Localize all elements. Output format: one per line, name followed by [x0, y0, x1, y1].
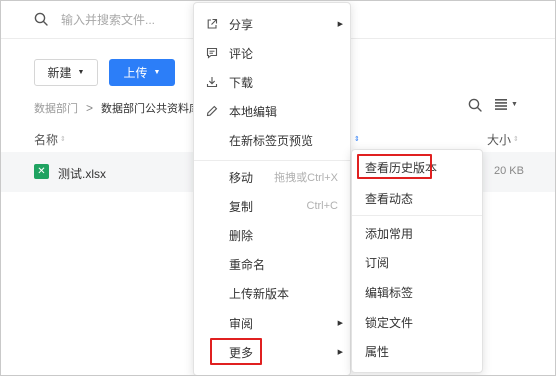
menu-item-label: 分享 [229, 17, 254, 32]
sort-icon: ⇕ [513, 136, 519, 143]
column-header-size[interactable]: 大小 ⇕ [487, 131, 519, 148]
list-view-icon [495, 99, 507, 110]
menu-divider [194, 160, 350, 161]
submenu-item-version-history[interactable]: 查看历史版本 [352, 153, 482, 181]
menu-item-label: 重命名 [229, 257, 266, 272]
menu-item-label: 复制 [229, 199, 254, 214]
submenu-item-label: 锁定文件 [365, 315, 414, 330]
menu-item-label: 本地编辑 [229, 104, 278, 119]
file-name[interactable]: 测试.xlsx [58, 165, 106, 182]
new-button-label: 新建 [47, 66, 72, 80]
menu-item-label: 删除 [229, 228, 254, 243]
menu-item-label: 在新标签页预览 [229, 133, 314, 148]
comment-icon [206, 47, 218, 59]
menu-item-comment[interactable]: 评论 [194, 39, 350, 67]
submenu-arrow-icon: ▶ [337, 21, 343, 28]
submenu-item-label: 属性 [365, 344, 390, 359]
pencil-icon [206, 105, 218, 117]
submenu-item-lock-file[interactable]: 锁定文件 [352, 308, 482, 336]
menu-item-label: 上传新版本 [229, 286, 290, 301]
file-size: 20 KB [494, 165, 524, 177]
search-icon[interactable] [468, 98, 482, 112]
column-header-name-label: 名称 [34, 133, 59, 147]
menu-item-preview-new-tab[interactable]: 在新标签页预览 [194, 126, 350, 154]
menu-item-label: 下载 [229, 75, 254, 90]
sort-icon: ⇕ [60, 136, 66, 143]
menu-item-label: 评论 [229, 46, 254, 61]
menu-item-delete[interactable]: 删除 [194, 221, 350, 249]
menu-item-share[interactable]: 分享 ▶ [194, 10, 350, 38]
breadcrumb-current: 数据部门公共资料库 [101, 103, 201, 115]
menu-item-copy[interactable]: 复制 Ctrl+C [194, 192, 350, 220]
submenu-item-label: 订阅 [365, 255, 390, 270]
submenu-arrow-icon: ▶ [337, 320, 343, 327]
menu-item-move[interactable]: 移动 拖拽或Ctrl+X [194, 163, 350, 191]
submenu-item-activity[interactable]: 查看动态 [352, 184, 482, 212]
submenu-item-edit-tags[interactable]: 编辑标签 [352, 278, 482, 306]
menu-item-download[interactable]: 下载 [194, 68, 350, 96]
new-button[interactable]: 新建 ▼ [34, 59, 98, 86]
download-icon [206, 77, 218, 88]
submenu-item-label: 查看历史版本 [365, 160, 438, 175]
upload-button[interactable]: 上传 ▼ [109, 59, 175, 86]
caret-down-icon: ▼ [77, 69, 85, 76]
menu-item-shortcut: 拖拽或Ctrl+X [274, 172, 338, 184]
submenu-item-add-favorite[interactable]: 添加常用 [352, 219, 482, 247]
share-icon [207, 18, 218, 29]
menu-item-local-edit[interactable]: 本地编辑 [194, 97, 350, 125]
breadcrumb-root[interactable]: 数据部门 [34, 100, 78, 116]
submenu-divider [352, 215, 482, 216]
submenu-item-properties[interactable]: 属性 [352, 337, 482, 365]
caret-down-icon: ▼ [511, 101, 518, 108]
xlsx-file-icon: ✕ [34, 164, 49, 179]
more-submenu: 查看历史版本 查看动态 添加常用 订阅 编辑标签 锁定文件 属性 [351, 149, 483, 373]
context-menu: 分享 ▶ 评论 下载 本地编辑 在新标签页预览 移动 拖拽或Ctrl+X 复制 … [193, 2, 351, 375]
menu-item-label: 审阅 [229, 316, 254, 331]
view-mode-toggle[interactable]: ▼ [495, 99, 518, 110]
menu-item-shortcut: Ctrl+C [306, 200, 338, 212]
submenu-item-label: 添加常用 [365, 226, 414, 241]
breadcrumb-separator: > [86, 101, 94, 115]
caret-down-icon: ▼ [153, 69, 161, 76]
submenu-arrow-icon: ▶ [337, 349, 343, 356]
submenu-item-label: 编辑标签 [365, 285, 414, 300]
breadcrumb: 数据部门 > 数据部门公共资料库 [34, 100, 200, 116]
search-icon [34, 12, 48, 26]
submenu-item-label: 查看动态 [365, 191, 414, 206]
menu-item-label: 更多 [229, 345, 254, 360]
upload-button-label: 上传 [123, 66, 148, 80]
menu-item-upload-new-version[interactable]: 上传新版本 [194, 279, 350, 307]
menu-item-more[interactable]: 更多 ▶ [194, 338, 350, 366]
sort-arrow-icon[interactable]: ⇕ [354, 135, 360, 143]
file-manager-window: 新建 ▼ 上传 ▼ 数据部门 > 数据部门公共资料库 ▼ 名称 ⇕ ⇕ 大小 ⇕… [0, 0, 556, 376]
menu-item-review[interactable]: 审阅 ▶ [194, 309, 350, 337]
menu-item-rename[interactable]: 重命名 [194, 250, 350, 278]
column-header-size-label: 大小 [487, 133, 512, 147]
menu-item-label: 移动 [229, 170, 254, 185]
submenu-item-subscribe[interactable]: 订阅 [352, 248, 482, 276]
column-header-name[interactable]: 名称 ⇕ [34, 131, 66, 148]
